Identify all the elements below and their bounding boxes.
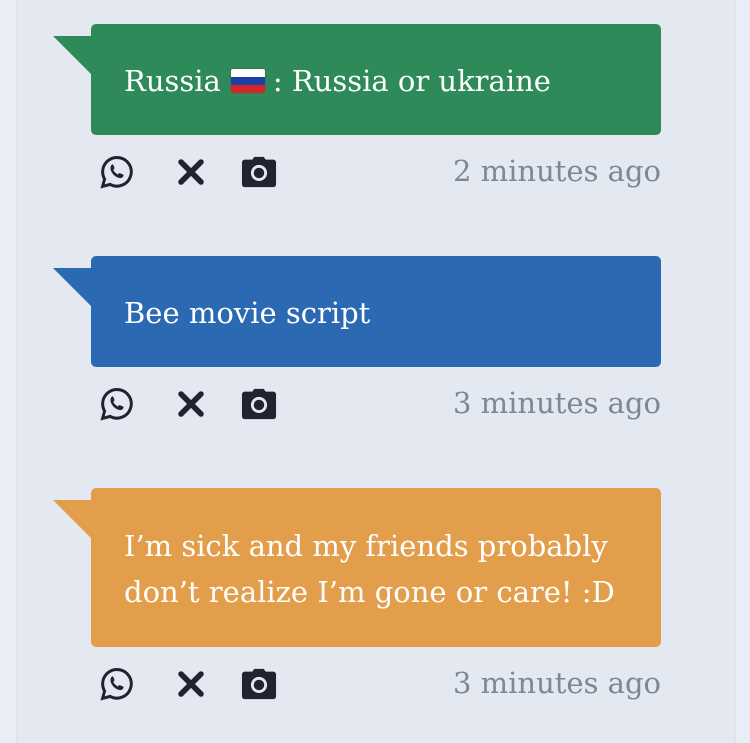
message-bubble: Bee movie script [53,256,661,367]
message-bubble: I’m sick and my friends probably don’t r… [53,488,661,647]
timestamp: 3 minutes ago [452,386,661,420]
post-meta: 3 minutes ago [91,386,661,422]
page: Russia : Russia or ukraine 2 minutes ago … [0,0,750,743]
message-text-part: : Russia or ukraine [272,63,551,98]
camera-icon[interactable] [241,154,277,190]
russia-flag-icon [230,68,265,93]
message-line: I’m sick and my friends probably [124,528,608,563]
camera-icon[interactable] [241,386,277,422]
bubble-tail [53,268,91,306]
close-icon[interactable] [173,154,209,190]
message-text: I’m sick and my friends probably don’t r… [124,521,615,615]
timestamp: 3 minutes ago [452,666,661,700]
camera-icon[interactable] [241,666,277,702]
post-meta: 2 minutes ago [91,154,661,190]
bubble-tail [53,500,91,538]
post-card: Bee movie script 3 minutes ago [53,256,661,422]
message-line: don’t realize I’m gone or care! :D [124,574,615,609]
message-text-part: Russia [124,63,221,98]
message-text: Bee movie script [124,295,371,330]
close-icon[interactable] [173,386,209,422]
post-card: Russia : Russia or ukraine 2 minutes ago [53,24,661,190]
whatsapp-icon[interactable] [99,154,135,190]
message-text: Russia : Russia or ukraine [124,56,551,104]
post-card: I’m sick and my friends probably don’t r… [53,488,661,702]
whatsapp-icon[interactable] [99,666,135,702]
post-meta: 3 minutes ago [91,666,661,702]
timestamp: 2 minutes ago [452,154,661,188]
feed-column: Russia : Russia or ukraine 2 minutes ago … [16,0,736,743]
bubble-tail [53,36,91,74]
close-icon[interactable] [173,666,209,702]
message-bubble: Russia : Russia or ukraine [53,24,661,135]
whatsapp-icon[interactable] [99,386,135,422]
